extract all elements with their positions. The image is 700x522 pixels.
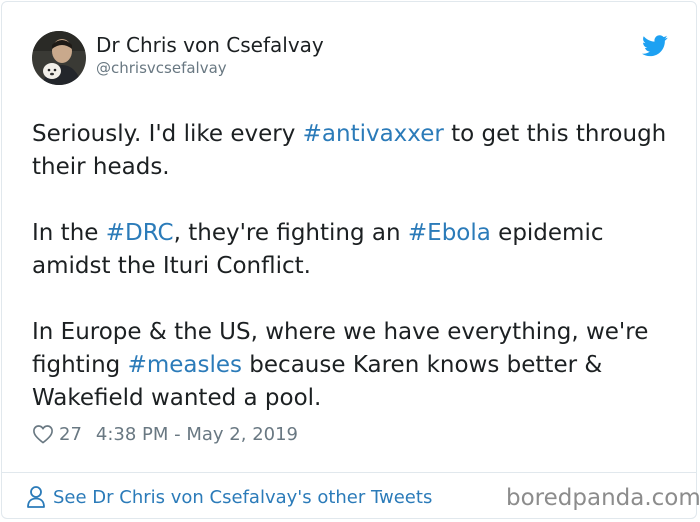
- see-other-tweets-link[interactable]: See Dr Chris von Csefalvay's other Tweet…: [26, 484, 432, 510]
- hashtag-link[interactable]: #Ebola: [408, 220, 491, 246]
- tweet-meta: 27 4:38 PM - May 2, 2019: [32, 422, 298, 446]
- avatar[interactable]: [32, 31, 86, 85]
- author-display-name[interactable]: Dr Chris von Csefalvay: [96, 33, 324, 57]
- hashtag-link[interactable]: #antivaxxer: [303, 121, 444, 147]
- author-handle[interactable]: @chrisvcsefalvay: [96, 59, 227, 77]
- tweet-paragraph: Seriously. I'd like every #antivaxxer to…: [32, 118, 672, 184]
- tweet-paragraph: In the #DRC, they're fighting an #Ebola …: [32, 217, 672, 283]
- tweet-text-segment: In the: [32, 220, 106, 246]
- twitter-bird-icon[interactable]: [642, 35, 668, 57]
- site-watermark: boredpanda.com: [506, 485, 700, 511]
- tweet-text: Seriously. I'd like every #antivaxxer to…: [32, 118, 672, 415]
- hashtag-link[interactable]: #DRC: [106, 220, 174, 246]
- hashtag-link[interactable]: #measles: [128, 352, 242, 378]
- tweet-text-segment: , they're fighting an: [173, 220, 408, 246]
- person-icon: [27, 486, 45, 508]
- tweet-paragraph: In Europe & the US, where we have everyt…: [32, 316, 672, 415]
- avatar-image: [32, 31, 86, 85]
- see-other-tweets-label: See Dr Chris von Csefalvay's other Tweet…: [53, 486, 433, 508]
- heart-icon[interactable]: [32, 424, 54, 444]
- timestamp[interactable]: 4:38 PM - May 2, 2019: [96, 424, 298, 445]
- footer-divider: [1, 472, 697, 473]
- like-count[interactable]: 27: [59, 424, 82, 445]
- tweet-text-segment: Seriously. I'd like every: [32, 121, 303, 147]
